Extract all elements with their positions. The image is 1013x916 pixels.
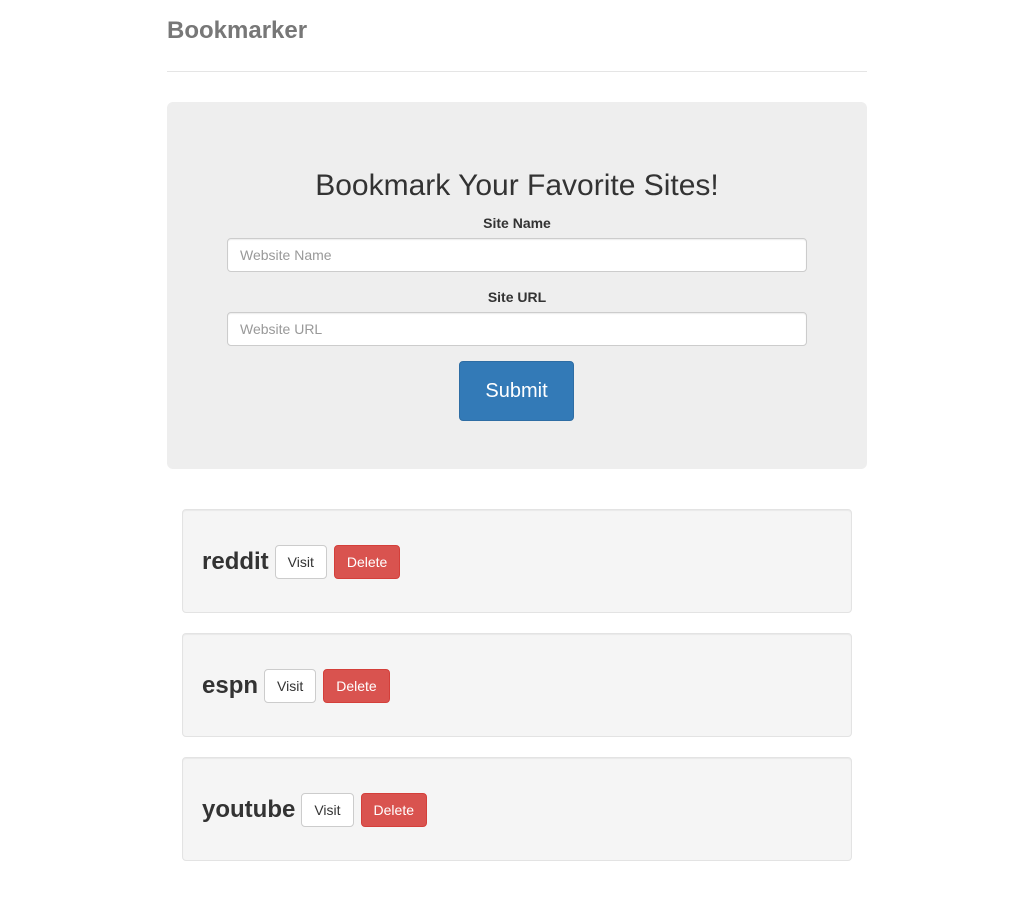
bookmark-name: reddit xyxy=(202,548,269,575)
visit-button[interactable]: Visit xyxy=(301,793,354,827)
bookmark-form-panel: Bookmark Your Favorite Sites! Site Name … xyxy=(167,102,867,469)
bookmark-item: reddit Visit Delete xyxy=(182,509,852,613)
site-name-label: Site Name xyxy=(483,215,551,231)
delete-button[interactable]: Delete xyxy=(333,545,401,579)
bookmark-item: youtube Visit Delete xyxy=(182,757,852,861)
bookmark-item: espn Visit Delete xyxy=(182,633,852,737)
delete-button[interactable]: Delete xyxy=(323,669,390,703)
visit-button[interactable]: Visit xyxy=(274,545,327,579)
bookmarks-results: reddit Visit Delete espn Visit Delete yo… xyxy=(182,509,852,881)
form-title: Bookmark Your Favorite Sites! xyxy=(315,169,719,202)
delete-button[interactable]: Delete xyxy=(360,793,427,827)
submit-button[interactable]: Submit xyxy=(459,361,574,421)
site-name-input[interactable] xyxy=(227,238,807,272)
bookmark-name: youtube xyxy=(202,796,296,823)
main-container: Bookmarker Bookmark Your Favorite Sites!… xyxy=(167,0,867,861)
site-url-input[interactable] xyxy=(227,312,807,346)
brand-title: Bookmarker xyxy=(167,17,308,44)
header: Bookmarker xyxy=(167,0,867,72)
bookmark-name: espn xyxy=(202,672,259,699)
site-url-label: Site URL xyxy=(487,289,547,305)
visit-button[interactable]: Visit xyxy=(264,669,317,703)
